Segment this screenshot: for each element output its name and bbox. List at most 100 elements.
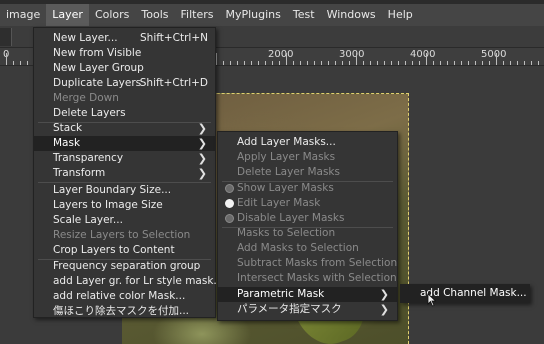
ruler-label: 4000 <box>410 49 436 60</box>
ruler-tick <box>216 53 217 65</box>
toolbar-toggle-button[interactable] <box>0 28 12 46</box>
ruler-tick <box>419 61 420 65</box>
ruler-tick <box>433 61 434 65</box>
ruler-tick <box>342 61 343 65</box>
chevron-right-icon: ❯ <box>197 152 207 165</box>
ruler-tick <box>335 61 336 65</box>
menu-item-parametric-mask[interactable]: Parametric Mask ❯ <box>218 287 397 302</box>
menu-item-add-relative-color-mask[interactable]: add relative color Mask... <box>34 289 215 304</box>
ruler-label: 5000 <box>481 49 507 60</box>
menu-item-masks-to-selection[interactable]: Masks to Selection <box>218 226 397 241</box>
ruler-tick <box>356 53 357 65</box>
ruler-tick <box>223 61 224 65</box>
ruler-tick <box>265 61 266 65</box>
ruler-tick <box>517 61 518 65</box>
menu-help[interactable]: Help <box>382 4 419 26</box>
menu-item-layer-boundary-size[interactable]: Layer Boundary Size... <box>34 183 215 198</box>
radio-off-icon <box>225 214 234 223</box>
chevron-right-icon: ❯ <box>197 167 207 180</box>
ruler-tick <box>426 53 427 65</box>
ruler-tick <box>27 61 28 65</box>
menu-item-frequency-separation-group[interactable]: Frequency separation group <box>34 259 215 274</box>
ruler-tick <box>538 61 539 65</box>
menu-item-add-channel-mask[interactable]: add Channel Mask... <box>401 285 529 302</box>
menu-item-scale-layer[interactable]: Scale Layer... <box>34 213 215 228</box>
menu-item-intersect-masks-with-selection[interactable]: Intersect Masks with Selection <box>218 271 397 286</box>
ruler-tick <box>279 61 280 65</box>
ruler-tick <box>510 61 511 65</box>
ruler-tick <box>314 61 315 65</box>
menu-test[interactable]: Test <box>287 4 321 26</box>
ruler-tick <box>503 61 504 65</box>
ruler-tick <box>258 61 259 65</box>
menu-item-resize-layers-to-selection[interactable]: Resize Layers to Selection <box>34 228 215 243</box>
chevron-right-icon: ❯ <box>197 137 207 150</box>
menu-myplugins[interactable]: MyPlugins <box>219 4 286 26</box>
ruler-tick <box>20 61 21 65</box>
ruler-tick <box>321 61 322 65</box>
ruler-tick <box>272 61 273 65</box>
menu-colors[interactable]: Colors <box>89 4 135 26</box>
ruler-label: 3000 <box>339 49 365 60</box>
ruler-tick <box>524 61 525 65</box>
ruler-tick <box>475 61 476 65</box>
menu-item-duplicate-layers[interactable]: Duplicate Layers Shift+Ctrl+D <box>34 76 215 91</box>
menu-item-new-layer[interactable]: New Layer... Shift+Ctrl+N <box>34 31 215 46</box>
menu-item-subtract-masks-from-selection[interactable]: Subtract Masks from Selection <box>218 256 397 271</box>
menu-windows[interactable]: Windows <box>321 4 382 26</box>
chevron-right-icon: ❯ <box>197 122 207 135</box>
menu-item-dust-removal-mask[interactable]: 傷ほこり除去マスクを付加... <box>34 304 215 319</box>
layer-menu: New Layer... Shift+Ctrl+N New from Visibl… <box>33 27 223 319</box>
menu-item-show-layer-masks[interactable]: Show Layer Masks <box>218 181 397 196</box>
menu-item-crop-layers-to-content[interactable]: Crop Layers to Content <box>34 243 215 258</box>
ruler-tick <box>391 61 392 65</box>
ruler-tick <box>286 53 287 65</box>
radio-off-icon <box>225 184 234 193</box>
chevron-right-icon: ❯ <box>379 303 389 316</box>
menu-item-add-masks-to-selection[interactable]: Add Masks to Selection <box>218 241 397 256</box>
ruler-tick <box>251 61 252 65</box>
menu-item-layers-to-image-size[interactable]: Layers to Image Size <box>34 198 215 213</box>
ruler-tick <box>496 53 497 65</box>
ruler-tick <box>412 61 413 65</box>
ruler-tick <box>13 61 14 65</box>
ruler-tick <box>244 61 245 65</box>
menu-filters[interactable]: Filters <box>175 4 220 26</box>
menu-item-merge-down[interactable]: Merge Down <box>34 91 215 106</box>
menu-item-edit-layer-mask[interactable]: Edit Layer Mask <box>218 196 397 211</box>
menu-item-delete-layers[interactable]: Delete Layers <box>34 106 215 121</box>
ruler-tick <box>6 53 7 65</box>
ruler-tick <box>293 61 294 65</box>
menu-item-transform[interactable]: Transform ❯ <box>34 166 215 181</box>
menu-item-add-layer-group-lr-mask[interactable]: add Layer gr. for Lr style mask... <box>34 274 223 289</box>
radio-on-icon <box>225 199 234 208</box>
ruler-tick <box>440 61 441 65</box>
ruler-tick <box>300 61 301 65</box>
parametric-mask-submenu: add Channel Mask... <box>400 284 530 303</box>
menu-item-delete-layer-masks[interactable]: Delete Layer Masks <box>218 165 397 180</box>
menu-item-new-from-visible[interactable]: New from Visible <box>34 46 215 61</box>
ruler-tick <box>384 61 385 65</box>
menu-item-add-layer-masks[interactable]: Add Layer Masks... <box>218 135 397 150</box>
menu-image[interactable]: image <box>0 4 46 26</box>
menu-tools[interactable]: Tools <box>135 4 174 26</box>
menu-layer[interactable]: Layer <box>46 4 89 26</box>
ruler-tick <box>363 61 364 65</box>
chevron-right-icon: ❯ <box>379 288 389 301</box>
ruler-tick <box>230 61 231 65</box>
menu-item-new-layer-group[interactable]: New Layer Group <box>34 61 215 76</box>
menu-item-stack[interactable]: Stack ❯ <box>34 121 215 136</box>
menu-item-transparency[interactable]: Transparency ❯ <box>34 151 215 166</box>
mouse-pointer-icon <box>427 293 437 307</box>
menu-item-mask[interactable]: Mask ❯ <box>34 136 215 151</box>
ruler-tick <box>454 61 455 65</box>
menu-item-disable-layer-masks[interactable]: Disable Layer Masks <box>218 211 397 226</box>
ruler-tick <box>482 61 483 65</box>
mask-submenu: Add Layer Masks... Apply Layer Masks Del… <box>217 131 398 321</box>
ruler-tick <box>237 61 238 65</box>
ruler-tick <box>468 61 469 65</box>
ruler-tick <box>370 61 371 65</box>
menu-item-apply-layer-masks[interactable]: Apply Layer Masks <box>218 150 397 165</box>
menu-item-parameter-mask-jp[interactable]: パラメータ指定マスク ❯ <box>218 302 397 317</box>
ruler-tick <box>307 61 308 65</box>
